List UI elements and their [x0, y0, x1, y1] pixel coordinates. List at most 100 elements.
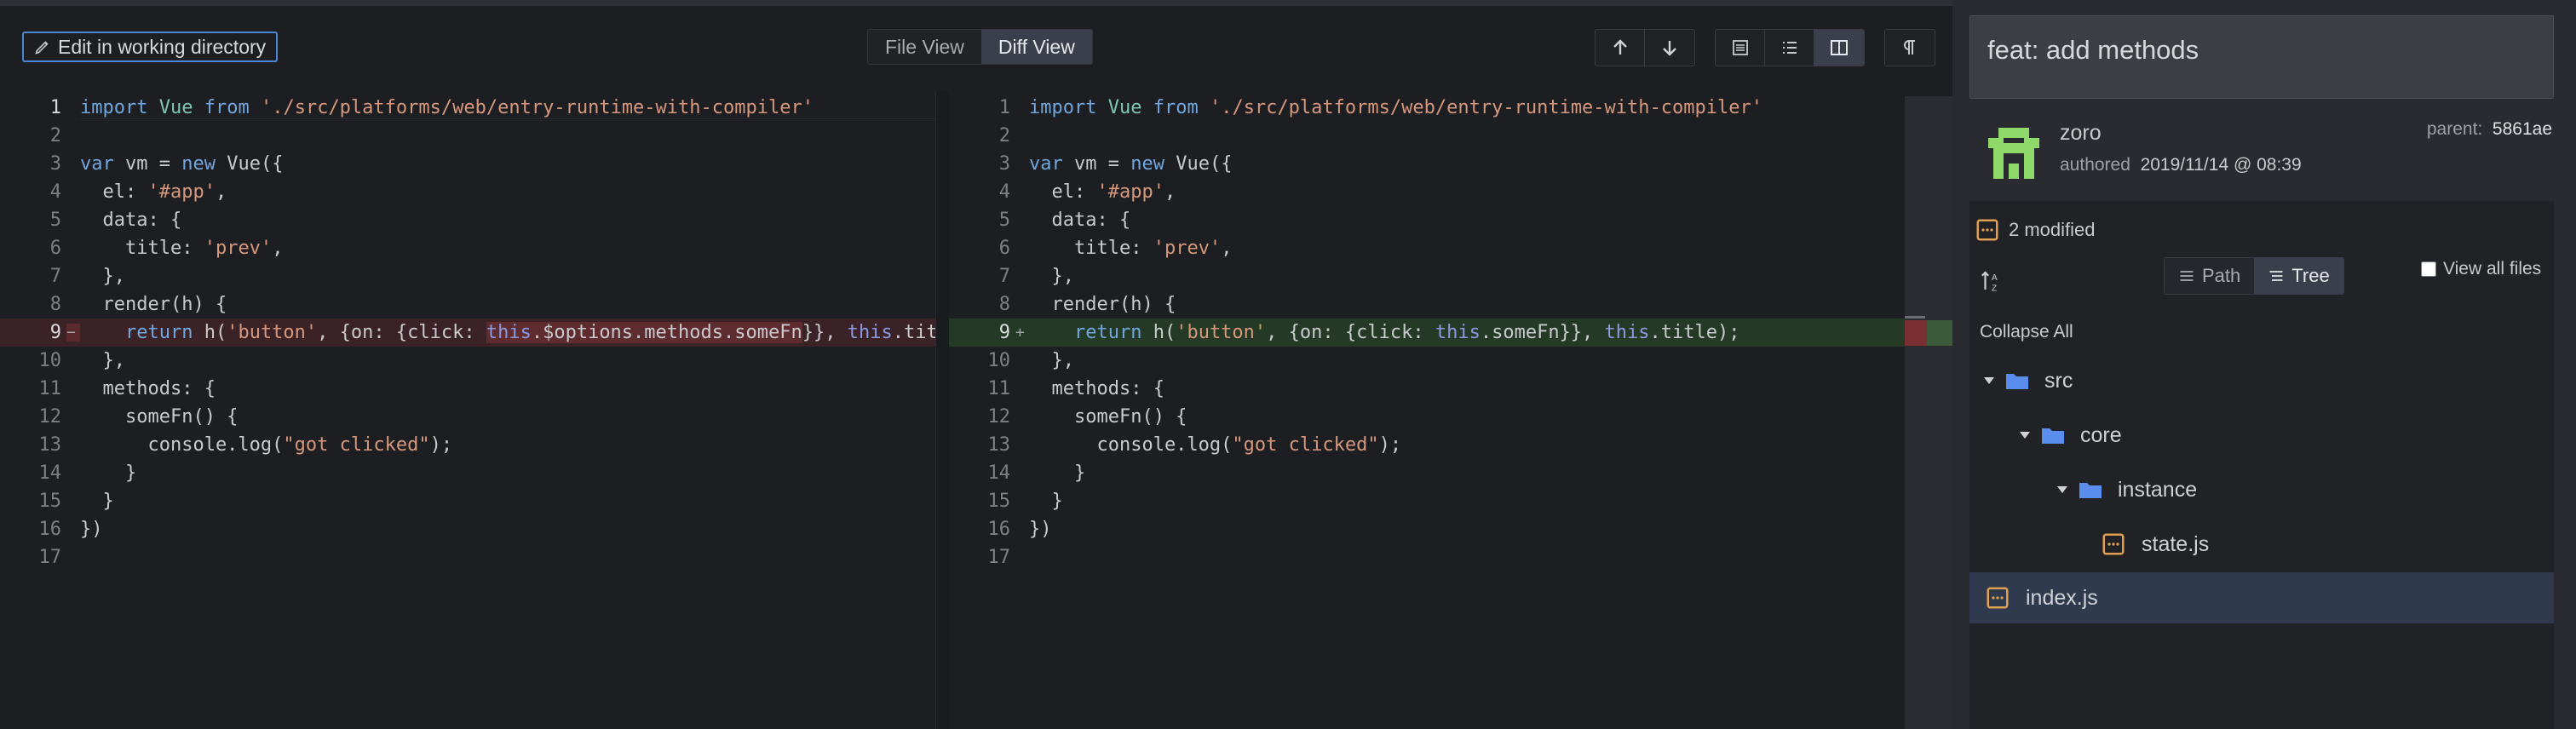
parent-commit[interactable]: parent: 5861ae — [2427, 119, 2552, 140]
show-whitespace-button[interactable] — [1885, 30, 1935, 66]
line-code: render(h) { — [80, 294, 227, 315]
code-line: 12 someFn() { — [949, 403, 1905, 431]
previous-change-button[interactable] — [1596, 30, 1645, 66]
line-code: methods: { — [80, 378, 216, 399]
line-code: render(h) { — [1029, 294, 1176, 315]
diff-marker: − — [66, 324, 80, 342]
line-code: } — [1029, 491, 1063, 512]
modified-file-icon — [1976, 219, 1998, 241]
deleted-line: 9− return h('button', {on: {click: this.… — [0, 319, 935, 347]
code-line: 4 el: '#app', — [949, 178, 1905, 206]
line-code: methods: { — [1029, 378, 1164, 399]
commit-author-info: zoro authored 2019/11/14 @ 08:39 parent:… — [1969, 109, 2554, 203]
added-line: 9 + return h('button', {on: {click: this.… — [949, 319, 1905, 347]
diff-marker: + — [1015, 324, 1025, 342]
code-line: 3 var vm = new Vue({ — [949, 150, 1905, 178]
inline-view-button[interactable] — [1765, 30, 1814, 66]
commit-message[interactable]: feat: add methods — [1969, 15, 2554, 99]
file-view-tab[interactable]: File View — [868, 30, 981, 64]
chevron-down-icon — [2055, 485, 2070, 494]
folder-icon — [2079, 483, 2102, 498]
sort-az-icon: AZ — [1981, 271, 1998, 293]
code-line: 15 } — [949, 487, 1905, 515]
line-code: var vm = new Vue({ — [80, 153, 284, 175]
code-line: 4 el: '#app', — [0, 178, 935, 206]
tree-folder-core[interactable]: core — [1969, 410, 2554, 461]
line-code: someFn() { — [80, 406, 239, 428]
code-line: 10 }, — [949, 347, 1905, 375]
diff-view-tab[interactable]: Diff View — [980, 30, 1092, 64]
line-number: 12 — [38, 406, 62, 428]
path-view-button[interactable]: Path — [2165, 258, 2255, 294]
code-line: 11 methods: { — [0, 375, 935, 403]
tree-folder-instance[interactable]: instance — [1969, 464, 2554, 515]
line-code: var vm = new Vue({ — [1029, 153, 1233, 175]
code-line: 7 }, — [949, 262, 1905, 290]
line-code: }, — [1029, 350, 1074, 371]
changed-files-panel: 2 modified AZ Path Tree View all files C… — [1969, 201, 2554, 729]
authored-info: authored 2019/11/14 @ 08:39 — [2060, 155, 2302, 175]
line-number: 13 — [38, 434, 62, 456]
code-line: 14 } — [0, 459, 935, 487]
edit-in-working-directory-button[interactable]: Edit in working directory — [22, 32, 279, 62]
modified-file-icon — [2102, 533, 2125, 555]
pane-divider[interactable] — [935, 91, 949, 729]
tree-view-button[interactable]: Tree — [2254, 258, 2343, 294]
split-view-icon — [1831, 40, 1848, 55]
line-code: return h('button', {on: {click: this.som… — [1029, 322, 1740, 343]
line-code: }, — [80, 266, 125, 287]
view-all-files-checkbox[interactable]: View all files — [2421, 259, 2541, 279]
line-number: 8 — [998, 294, 1010, 315]
hunk-view-icon — [1732, 40, 1748, 55]
code-line: 8 render(h) { — [949, 290, 1905, 319]
code-line: 7 }, — [0, 262, 935, 290]
view-all-files-input[interactable] — [2421, 261, 2436, 277]
code-line: 2 — [0, 122, 935, 150]
old-file-pane: 1 import Vue from './src/platforms/web/en… — [0, 91, 935, 729]
line-number: 7 — [998, 266, 1010, 287]
svg-text:Z: Z — [1992, 284, 1997, 293]
line-code: } — [80, 491, 114, 512]
new-file-pane: 1 import Vue from './src/platforms/web/en… — [949, 91, 1905, 729]
arrow-up-icon — [1613, 39, 1627, 55]
line-number: 2 — [49, 125, 61, 146]
collapse-all-button[interactable]: Collapse All — [1980, 322, 2073, 342]
line-number: 5 — [49, 210, 61, 231]
path-tree-toggle: Path Tree — [2164, 257, 2344, 295]
minimap-deleted-marker — [1905, 320, 1927, 346]
diff-minimap[interactable] — [1905, 96, 1952, 729]
code-line: 1 import Vue from './src/platforms/web/en… — [949, 94, 1905, 122]
sort-button[interactable]: AZ — [1975, 264, 2009, 298]
line-number: 7 — [49, 266, 61, 287]
next-change-button[interactable] — [1645, 30, 1694, 66]
line-code: el: '#app', — [1029, 181, 1176, 203]
whitespace-group — [1884, 29, 1935, 66]
line-code: import Vue from './src/platforms/web/ent… — [80, 97, 935, 119]
tree-file-index-js[interactable]: index.js — [1969, 572, 2554, 623]
tree-file-state-js[interactable]: state.js — [1969, 519, 2554, 570]
line-code: title: 'prev', — [80, 238, 284, 259]
split-view-button[interactable] — [1814, 30, 1864, 66]
inline-view-icon — [1782, 42, 1797, 54]
change-navigation — [1595, 29, 1695, 66]
line-number: 8 — [49, 294, 61, 315]
modified-file-icon — [1987, 587, 2009, 609]
line-number: 13 — [987, 434, 1011, 456]
pencil-icon — [35, 41, 49, 55]
commit-sidebar: feat: add methods zoro authored 2019/11/… — [1952, 0, 2576, 729]
line-number: 9 — [998, 322, 1010, 343]
line-code: }) — [80, 519, 103, 540]
line-number: 5 — [998, 210, 1010, 231]
author-name: zoro — [2060, 121, 2102, 145]
folder-icon — [2042, 428, 2064, 444]
code-line: 11 methods: { — [949, 375, 1905, 403]
modified-count: 2 modified — [1969, 215, 2096, 245]
tree-folder-src[interactable]: src — [1969, 355, 2554, 406]
line-number: 11 — [987, 378, 1011, 399]
line-number: 15 — [987, 491, 1011, 512]
line-code: return h('button', {on: {click: this.$op… — [80, 322, 935, 343]
chevron-down-icon — [1981, 376, 1997, 385]
line-number: 17 — [38, 547, 62, 568]
hunk-view-button[interactable] — [1716, 30, 1765, 66]
line-number: 17 — [987, 547, 1011, 568]
